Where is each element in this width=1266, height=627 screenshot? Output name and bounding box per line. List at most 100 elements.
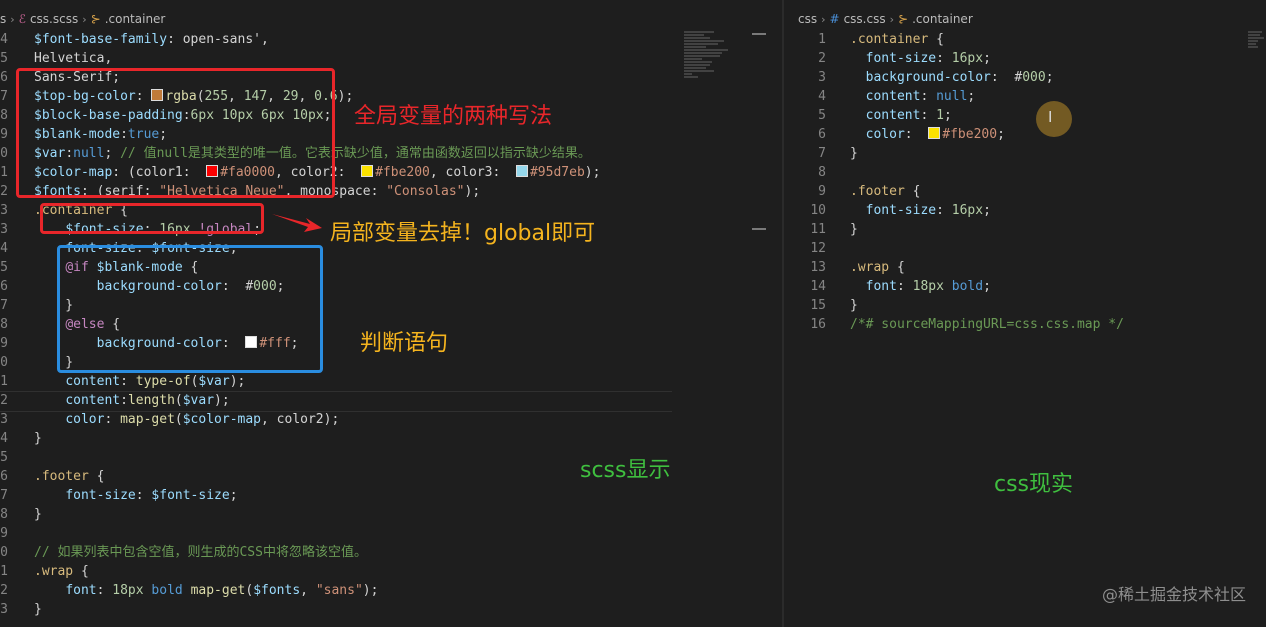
watermark: @稀土掘金技术社区: [1101, 585, 1246, 604]
breadcrumb-file[interactable]: css.css: [844, 12, 886, 26]
line-number: 5: [0, 450, 8, 465]
line-number: 1: [0, 165, 8, 180]
code-line[interactable]: 16 /*# sourceMappingURL=css.css.map */: [784, 315, 1266, 334]
line-number: 14: [810, 279, 826, 294]
code-text: font-size: $font-size;: [65, 488, 238, 503]
code-line[interactable]: 1 content: type-of($var);: [0, 372, 782, 391]
code-line[interactable]: 7}: [784, 144, 1266, 163]
breadcrumb-file[interactable]: css.scss: [30, 12, 78, 26]
code-text: content:length($var);: [65, 393, 230, 408]
code-line[interactable]: 3}: [0, 600, 782, 619]
chevron-right-icon: ›: [82, 12, 87, 26]
mouse-cursor-highlight: [1036, 101, 1072, 137]
line-number: 7: [0, 298, 8, 313]
code-text: }: [34, 507, 42, 522]
line-number: 4: [0, 241, 8, 256]
line-number: 7: [0, 488, 8, 503]
code-line[interactable]: 3 color: map-get($color-map, color2);: [0, 410, 782, 429]
line-number: 8: [0, 507, 8, 522]
line-number: 9: [0, 336, 8, 351]
code-text: Helvetica,: [34, 51, 113, 66]
code-text: }: [850, 222, 858, 237]
code-line[interactable]: 14 font: 18px bold;: [784, 277, 1266, 296]
css-file-icon: #: [829, 12, 840, 26]
line-number: 11: [810, 222, 826, 237]
code-line[interactable]: 1 .wrap {: [0, 562, 782, 581]
line-number: 3: [0, 222, 8, 237]
left-minimap[interactable]: [684, 30, 732, 150]
code-line[interactable]: 5 Helvetica,: [0, 49, 782, 68]
line-number: 13: [810, 260, 826, 275]
line-number: 2: [818, 51, 826, 66]
line-number: 3: [0, 412, 8, 427]
line-number: 6: [0, 469, 8, 484]
line-number: 6: [0, 279, 8, 294]
code-line[interactable]: 0 // 如果列表中包含空值，则生成的CSS中将忽略该空值。: [0, 543, 782, 562]
code-text: background-color: #000;: [865, 70, 1054, 85]
code-line[interactable]: 2 font-size: 16px;: [784, 49, 1266, 68]
code-line[interactable]: 5 content: 1;: [784, 106, 1266, 125]
right-breadcrumb[interactable]: css › # css.css › ⊱ .container: [798, 10, 973, 28]
left-breadcrumb[interactable]: s › ℰ css.scss › ⊱ .container: [0, 10, 165, 28]
line-number: 2: [0, 583, 8, 598]
color-swatch-icon: [928, 127, 941, 139]
line-number: 5: [818, 108, 826, 123]
right-editor-pane: css › # css.css › ⊱ .container 1 .contain…: [784, 0, 1266, 627]
code-line[interactable]: 15}: [784, 296, 1266, 315]
line-number: 8: [818, 165, 826, 180]
code-text: }: [850, 146, 858, 161]
code-line[interactable]: 9: [0, 524, 782, 543]
scss-label-annotation: scss显示: [580, 458, 671, 483]
line-number: 1: [0, 374, 8, 389]
code-text: $font-base-family: open-sans',: [34, 32, 269, 47]
code-text: color: map-get($color-map, color2);: [65, 412, 340, 427]
code-line[interactable]: 4 $font-base-family: open-sans',: [0, 30, 782, 49]
code-line[interactable]: 8: [784, 163, 1266, 182]
code-text: // 如果列表中包含空值，则生成的CSS中将忽略该空值。: [34, 545, 367, 560]
code-text: font-size: 16px;: [865, 51, 991, 66]
code-text: .footer {: [34, 469, 105, 484]
line-number: 1: [818, 32, 826, 47]
global-vars-highlight-box: [16, 68, 335, 198]
code-line[interactable]: 11}: [784, 220, 1266, 239]
css-label-annotation: css现实: [994, 472, 1074, 497]
line-number: 4: [0, 32, 8, 47]
code-line[interactable]: 8}: [0, 505, 782, 524]
chevron-right-icon: ›: [889, 12, 895, 26]
code-line[interactable]: 4}: [0, 429, 782, 448]
code-line[interactable]: 1 .container {: [784, 30, 1266, 49]
code-line[interactable]: 4 content: null;: [784, 87, 1266, 106]
breadcrumb-folder[interactable]: s: [0, 12, 6, 26]
code-line[interactable]: 2 content:length($var);: [0, 391, 782, 410]
line-number: 9: [0, 127, 8, 142]
breadcrumb-symbol[interactable]: .container: [105, 12, 166, 26]
chevron-right-icon: ›: [10, 12, 15, 26]
conditional-annotation: 判断语句: [360, 331, 449, 356]
breadcrumb-symbol[interactable]: .container: [912, 12, 973, 26]
line-number: 7: [818, 146, 826, 161]
code-line[interactable]: 2 font: 18px bold map-get($fonts, "sans"…: [0, 581, 782, 600]
code-text: content: null;: [865, 89, 976, 104]
left-editor-pane: s › ℰ css.scss › ⊱ .container 4 $font-bas…: [0, 0, 782, 627]
code-text: .footer {: [850, 184, 921, 199]
code-line[interactable]: 10 font-size: 16px;: [784, 201, 1266, 220]
code-line[interactable]: 9 .footer {: [784, 182, 1266, 201]
line-number: 9: [0, 526, 8, 541]
line-number: 6: [818, 127, 826, 142]
code-line[interactable]: 3 background-color: #000;: [784, 68, 1266, 87]
breadcrumb-folder[interactable]: css: [798, 12, 817, 26]
sass-file-icon: ℰ: [18, 12, 26, 26]
code-line[interactable]: 12: [784, 239, 1266, 258]
code-line[interactable]: 7 font-size: $font-size;: [0, 486, 782, 505]
color-swatch-icon: [361, 165, 374, 177]
line-number: 5: [0, 260, 8, 275]
line-number: 0: [0, 146, 8, 161]
code-line[interactable]: 6 color: #fbe200;: [784, 125, 1266, 144]
scrollbar-marker: [752, 228, 766, 230]
line-number: 3: [818, 70, 826, 85]
global-vars-annotation: 全局变量的两种写法: [354, 104, 553, 129]
line-number: 0: [0, 355, 8, 370]
line-number: 9: [818, 184, 826, 199]
code-line[interactable]: 13 .wrap {: [784, 258, 1266, 277]
right-minimap[interactable]: [1248, 30, 1266, 150]
